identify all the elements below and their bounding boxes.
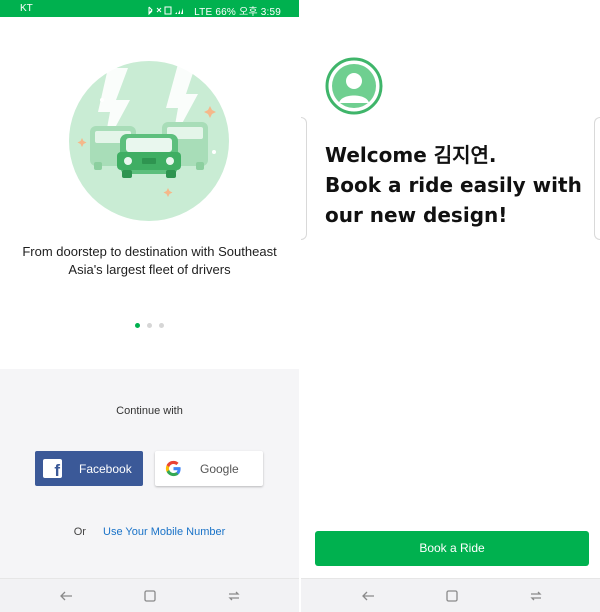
facebook-button-label: Facebook bbox=[79, 462, 132, 476]
back-icon[interactable] bbox=[58, 588, 74, 604]
home-icon[interactable] bbox=[142, 588, 158, 604]
facebook-login-button[interactable]: f Facebook bbox=[35, 451, 143, 486]
status-right: LTE 66% 오후 3:59 bbox=[147, 3, 281, 18]
back-icon[interactable] bbox=[360, 588, 376, 604]
google-login-button[interactable]: Google bbox=[155, 451, 263, 486]
status-icons bbox=[147, 6, 187, 18]
onboarding-tagline: From doorstep to destination with Southe… bbox=[22, 244, 277, 277]
welcome-line: Book a ride easily with bbox=[325, 173, 582, 197]
or-label: Or bbox=[73, 526, 86, 538]
recents-icon[interactable] bbox=[226, 588, 242, 604]
cars-traffic-illustration bbox=[69, 61, 229, 221]
clock: 오후 3:59 bbox=[238, 7, 281, 18]
system-nav-bar bbox=[0, 578, 299, 612]
recents-icon[interactable] bbox=[528, 588, 544, 604]
network-type: LTE bbox=[194, 7, 213, 18]
battery-level: 66% bbox=[215, 7, 236, 18]
welcome-line: Welcome 김지연. bbox=[325, 143, 497, 167]
continue-with-label: Continue with bbox=[116, 405, 183, 417]
login-panel: Continue with f Facebook Google Or Use Y… bbox=[0, 369, 299, 578]
mobile-number-link[interactable]: Use Your Mobile Number bbox=[103, 526, 225, 538]
card-edge-left bbox=[301, 117, 307, 240]
book-a-ride-button[interactable]: Book a Ride bbox=[315, 531, 589, 566]
status-indicator-icons bbox=[148, 6, 184, 16]
onboarding-screen: KT LTE 66% 오후 3:59 From doorstep to dest… bbox=[0, 0, 299, 612]
carousel-dot-active[interactable] bbox=[135, 323, 140, 328]
google-button-label: Google bbox=[200, 462, 239, 476]
carrier-label: KT bbox=[20, 3, 33, 14]
welcome-screen: Welcome 김지연. Book a ride easily with our… bbox=[301, 0, 600, 578]
system-nav-bar bbox=[301, 578, 600, 612]
google-icon bbox=[165, 460, 181, 477]
carousel-dot[interactable] bbox=[159, 323, 164, 328]
home-icon[interactable] bbox=[444, 588, 460, 604]
welcome-line: our new design! bbox=[325, 203, 508, 227]
facebook-icon: f bbox=[43, 459, 62, 479]
status-bar: KT LTE 66% 오후 3:59 bbox=[0, 0, 299, 18]
alternate-login-row: Or Use Your Mobile Number bbox=[0, 526, 299, 538]
user-avatar-icon bbox=[325, 57, 383, 115]
welcome-message: Welcome 김지연. Book a ride easily with our… bbox=[325, 140, 595, 230]
carousel-indicator bbox=[0, 323, 299, 331]
carousel-dot[interactable] bbox=[147, 323, 152, 328]
